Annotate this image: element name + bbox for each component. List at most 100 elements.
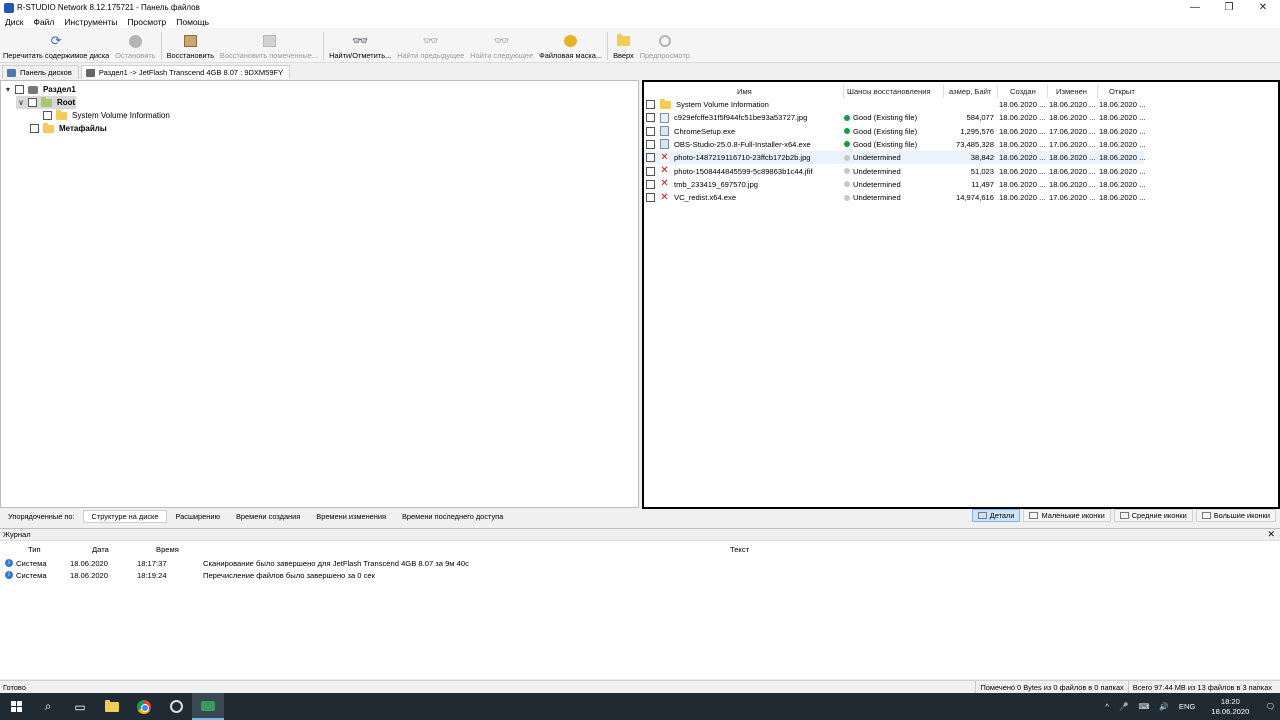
start-button[interactable] [0,693,32,720]
column-header-name[interactable]: Имя [737,85,752,98]
search-button[interactable]: ⌕ [32,693,64,720]
file-size-cell: 73,485,328 [944,138,994,151]
menu-view[interactable]: Просмотр [122,17,171,27]
checkbox[interactable] [15,85,24,94]
view-large-icons-button[interactable]: Большие иконки [1195,509,1276,522]
tree-node-metafiles[interactable]: Метафайлы [28,122,107,135]
log-row[interactable]: i Система 18.06.2020 18:17:37 Сканировани… [0,557,1280,569]
sort-by-extension[interactable]: Расширению [167,510,228,523]
file-modified: 18.06.2020 ... [1049,113,1096,123]
collapse-icon[interactable]: ▾ [3,85,13,94]
menu-file[interactable]: Файл [28,17,59,27]
view-small-icons-button[interactable]: Маленькие иконки [1023,509,1111,522]
file-row[interactable]: ChromeSetup.exe Good (Existing file) 1,295… [644,125,1145,138]
file-created: 18.06.2020 ... [999,100,1046,109]
tree-node-system-volume-information[interactable]: System Volume Information [41,109,170,122]
keyboard-icon[interactable]: ⌨ [1138,702,1149,711]
file-mask-button[interactable]: Файловая маска... [536,29,605,62]
file-chance: Good (Existing file) [853,139,918,149]
language-indicator[interactable]: ENG [1179,702,1195,711]
preview-button[interactable]: Предпросмотр [637,29,693,62]
deleted-file-icon: ✕ [660,178,669,190]
column-header-size[interactable]: азмер, Байт [949,85,991,98]
file-row[interactable]: c929efcffe31f5f944fc51be93a53727.jpg Good… [644,111,1145,124]
tab-disk-panel[interactable]: Панель дисков [2,65,79,79]
menu-help[interactable]: Помощь [171,17,214,27]
file-checkbox[interactable] [646,126,655,136]
stop-button[interactable]: Остановить [112,29,158,62]
file-checkbox[interactable] [646,153,655,163]
file-accessed-cell: 18.06.2020 ... [1099,151,1145,164]
tab-file-panel[interactable]: Раздел1 -> JetFlash Transcend 4GB 8.07 :… [80,65,291,79]
r-studio-window: R-STUDIO Network 8.12.175721 - Панель фа… [0,0,1280,720]
file-checkbox[interactable] [646,139,655,149]
log-row[interactable]: i Система 18.06.2020 18:19:24 Перечислени… [0,569,1280,581]
file-row[interactable]: OBS-Studio-25.0.8-Full-Installer-x64.exe… [644,138,1145,151]
tree-node-root[interactable]: ∨ Root [16,96,76,109]
view-details-button[interactable]: Детали [971,509,1021,522]
log-column-type[interactable]: Тип [28,545,41,554]
deleted-file-icon: ✕ [660,151,669,163]
column-header-chance[interactable]: Шансы восстановления [847,85,931,98]
checkbox[interactable] [30,124,39,133]
obs-button[interactable] [160,693,192,720]
chrome-button[interactable] [128,693,160,720]
file-checkbox[interactable] [646,100,655,109]
exe-file-icon [660,126,669,137]
column-header-modified[interactable]: Изменен [1056,85,1087,98]
notifications-icon[interactable]: 🗨 [1265,702,1275,711]
up-button[interactable]: Вверх [610,29,637,62]
column-header-created[interactable]: Создан [1010,85,1036,98]
recover-marked-button[interactable]: Восстановить помеченные... [217,29,321,62]
file-accessed: 18.06.2020 ... [1099,193,1146,203]
file-modified: 18.06.2020 ... [1049,100,1096,109]
minimize-button[interactable]: — [1178,0,1212,15]
tree-node-partition[interactable]: ▾ Раздел1 [3,83,76,96]
log-column-date[interactable]: Дата [92,545,109,554]
file-row[interactable]: ✕ photo-1487219116710-23ffcb172b2b.jpg Und… [644,151,1145,165]
file-checkbox[interactable] [646,113,655,123]
column-header-accessed[interactable]: Открыт [1109,85,1135,98]
file-row[interactable]: ✕ VC_redist.x64.exe Undetermined 14,974,616… [644,191,1146,204]
recover-button[interactable]: Восстановить [164,29,217,62]
menu-disk[interactable]: Диск [0,17,28,27]
file-checkbox[interactable] [646,166,655,176]
log-close-button[interactable]: ✕ [1267,529,1275,540]
maximize-button[interactable]: ❐ [1212,0,1246,15]
file-size: 14,974,616 [955,193,994,203]
file-created: 18.06.2020 ... [999,193,1046,203]
sort-by-created[interactable]: Времени создания [228,510,308,523]
r-studio-taskbar-button[interactable] [192,693,224,720]
clock[interactable]: 18:20 18.06.2020 [1206,697,1254,717]
find-next-button[interactable]: 👓 Найти следующее [467,29,536,62]
file-checkbox[interactable] [646,179,655,189]
rescan-disk-button[interactable]: ⟳ Перечитать содержимое диска [0,29,112,62]
file-created-cell: 18.06.2020 ... [999,138,1045,151]
sort-by-accessed[interactable]: Времени последнего доступа [394,510,511,523]
task-view-icon: ▭ [74,699,86,714]
checkbox[interactable] [43,111,52,120]
file-accessed-cell: 18.06.2020 ... [1099,111,1145,124]
tray-overflow-icon[interactable]: ^ [1105,702,1109,711]
log-column-text[interactable]: Текст [730,545,749,554]
file-row[interactable]: ✕ tmb_233419_697570.jpg Undetermined 11,497… [644,178,1145,191]
find-previous-button[interactable]: 👓 Найти предыдущее [394,29,467,62]
collapse-icon[interactable]: ∨ [16,98,26,107]
microphone-icon[interactable]: 🎤 [1119,702,1128,711]
find-next-icon: 👓 [493,33,510,48]
task-view-button[interactable]: ▭ [64,693,96,720]
sort-by-modified[interactable]: Времени изменения [308,510,394,523]
file-checkbox[interactable] [646,193,655,203]
volume-icon[interactable]: 🔊 [1159,702,1168,711]
file-explorer-button[interactable] [96,693,128,720]
close-button[interactable]: ✕ [1246,0,1280,15]
menu-tools[interactable]: Инструменты [59,17,122,27]
file-row[interactable]: ✕ photo-1508444845599-5c89863b1c44.jfif Un… [644,165,1145,178]
sort-by-structure[interactable]: Структуре на диске [82,509,168,523]
file-chance-cell: Undetermined [844,151,901,164]
checkbox[interactable] [28,98,37,107]
view-medium-icons-button[interactable]: Средние иконки [1113,509,1193,522]
log-column-time[interactable]: Время [156,545,179,554]
file-row[interactable]: System Volume Information 18.06.2020 ... 1… [644,98,1145,111]
find-mark-button[interactable]: 👓 Найти/Отметить... [326,29,394,62]
